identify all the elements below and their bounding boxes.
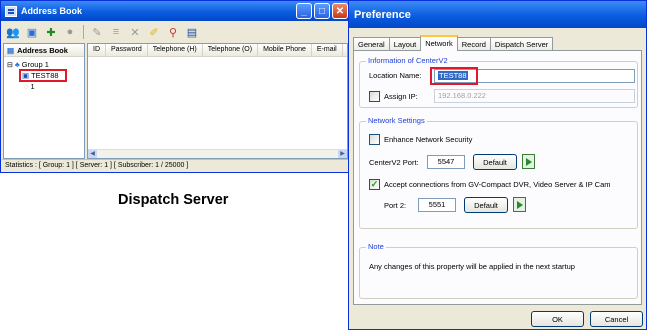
tree-subitem-label: 1 [30,82,35,91]
col-telephone-h[interactable]: Telephone (H) [148,44,203,56]
edit-icon[interactable]: ✎ [89,24,105,40]
col-telephone-o[interactable]: Telephone (O) [203,44,259,56]
tree-header: ▤ Address Book [4,44,84,57]
tree-item-1[interactable]: ◌ 1 [24,82,35,91]
status-bar: Statistics : [ Group: 1 ] [ Server: 1 ] … [2,159,348,171]
address-tree[interactable]: ▤ Address Book ⊟ ♣ Group 1 ▣ TEST88 ◌ 1 [3,43,85,159]
col-mobile-phone[interactable]: Mobile Phone [258,44,312,56]
centerv2-port-field[interactable]: 5547 [427,155,465,169]
caption: Dispatch Server [118,192,229,208]
address-book-title: Address Book [21,6,83,16]
preference-titlebar[interactable]: Preference [349,1,646,28]
address-book-small-icon: ▤ [7,45,15,55]
network-settings-legend: Network Settings [366,116,427,125]
minimize-button[interactable]: _ [296,3,312,19]
monitor-icon[interactable]: ▤ [184,24,200,40]
address-book-toolbar: 👥 ▣ ✚ ● ✎ ≡ ✕ ✐ ⚲ ▤ [2,22,348,42]
note-legend: Note [366,242,386,251]
info-group-legend: Information of CenterV2 [366,56,450,65]
centerv2-port-label: CenterV2 Port: [369,158,419,167]
tree-header-label: Address Book [17,45,68,55]
apply-port2-arrow-icon[interactable] [513,197,526,212]
network-settings-group: Network Settings Enhance Network Securit… [359,116,638,229]
tab-strip: General Layout Network Record Dispatch S… [353,35,554,51]
scroll-right-icon[interactable]: ▶ [338,150,347,158]
ok-button[interactable]: OK [531,311,584,327]
subscriber-icon: ◌ [24,82,29,91]
note-text: Any changes of this property will be app… [369,262,575,271]
note-group: Note Any changes of this property will b… [359,242,638,299]
add-user-icon[interactable]: ✚ [43,24,59,40]
connect-icon[interactable]: ⚲ [165,24,181,40]
apply-port-arrow-icon[interactable] [522,154,535,169]
column-header: ID Password Telephone (H) Telephone (O) … [88,44,347,57]
assign-ip-label: Assign IP: [384,92,418,101]
network-tab-panel: Information of CenterV2 Location Name: T… [353,50,642,305]
default-port2-button[interactable]: Default [464,197,508,213]
toolbar-separator [83,25,84,39]
horizontal-scrollbar[interactable]: ◀ ▶ [88,149,347,158]
scroll-left-icon[interactable]: ◀ [88,150,97,158]
port2-field[interactable]: 5551 [418,198,456,212]
address-book-icon [5,5,17,17]
group-label: Group 1 [21,60,49,69]
port2-label: Port 2: [384,201,407,210]
location-highlight-box [430,67,478,85]
col-password[interactable]: Password [106,44,148,56]
enhance-security-checkbox[interactable] [369,134,380,145]
preference-title: Preference [354,8,411,21]
tab-dispatch-server[interactable]: Dispatch Server [489,37,554,51]
delete-icon[interactable]: ✕ [127,24,143,40]
users-icon[interactable]: 👥 [5,24,21,40]
col-id[interactable]: ID [88,44,106,56]
preference-window: Preference General Layout Network Record… [348,0,647,330]
address-book-titlebar[interactable]: Address Book _ □ ✕ [1,1,349,21]
close-button[interactable]: ✕ [332,3,348,19]
tab-general[interactable]: General [353,37,390,51]
assign-ip-checkbox[interactable] [369,91,380,102]
highlight-box [19,69,67,82]
maximize-button[interactable]: □ [314,3,330,19]
tree-group-1[interactable]: ⊟ ♣ Group 1 [7,60,49,69]
cancel-button[interactable]: Cancel [590,311,643,327]
default-port-button[interactable]: Default [473,154,517,170]
tab-layout[interactable]: Layout [388,37,422,51]
assign-ip-field[interactable]: 192.168.0.222 [434,89,635,103]
accept-connections-checkbox[interactable]: ✓ [369,179,380,190]
enhance-security-label: Enhance Network Security [384,135,473,144]
tab-network[interactable]: Network [420,35,458,51]
folder-icon[interactable]: ✐ [146,24,162,40]
user-icon[interactable]: ● [62,24,78,40]
tab-record[interactable]: Record [456,37,491,51]
address-list[interactable]: ID Password Telephone (H) Telephone (O) … [87,43,348,159]
col-email[interactable]: E-mail [312,44,343,56]
address-book-window: Address Book _ □ ✕ 👥 ▣ ✚ ● ✎ ≡ ✕ ✐ ⚲ ▤ ▤… [0,0,350,173]
location-name-label: Location Name: [369,71,422,80]
group-icon: ♣ [14,60,20,69]
collapse-icon[interactable]: ⊟ [7,61,13,69]
list-icon[interactable]: ≡ [108,24,124,40]
computer-icon[interactable]: ▣ [24,24,40,40]
accept-connections-label: Accept connections from GV-Compact DVR, … [384,180,611,189]
info-group: Information of CenterV2 Location Name: T… [359,56,638,108]
